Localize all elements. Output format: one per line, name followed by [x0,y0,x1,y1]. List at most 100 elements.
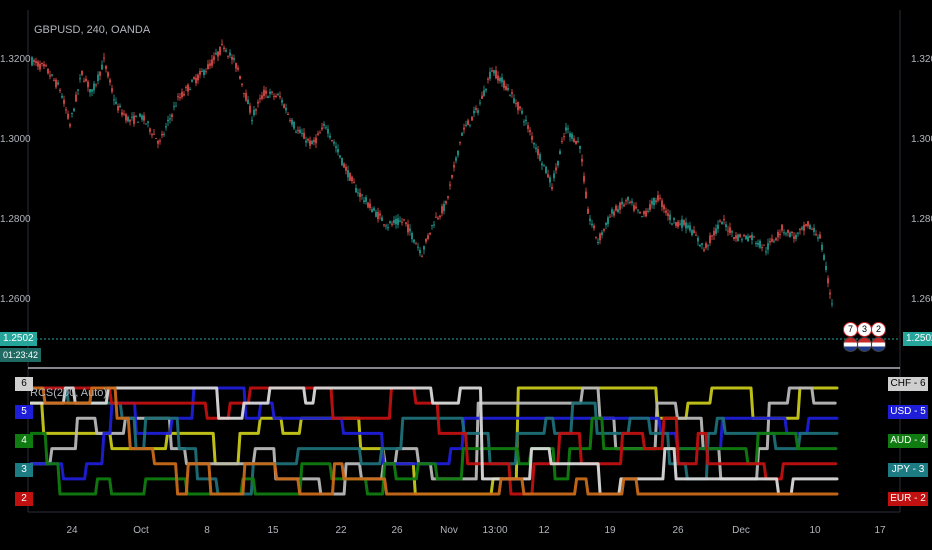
candle-body [531,136,533,140]
candle-body [343,163,345,168]
candle-body [597,242,599,244]
candle-body [573,138,575,143]
candle-body [809,225,811,230]
candle-body [535,147,537,150]
price-tick-left: 1.2800 [0,214,31,225]
candle-body [817,237,819,239]
candle-body [183,93,185,96]
candle-body [421,256,423,258]
flag-icon[interactable] [843,337,858,352]
candle-body [583,175,585,182]
candle-body [695,234,697,236]
candle-body [735,235,737,239]
candle-body [557,160,559,166]
candle-body [239,75,241,80]
candle-body [683,220,685,225]
candle-body [229,52,231,56]
time-tick: 13:00 [482,525,508,536]
candle-body [89,89,91,93]
candle-body [353,182,355,184]
candle-body [607,217,609,225]
candle-body [351,176,353,182]
candle-body [423,246,425,250]
time-tick: 12 [538,525,550,536]
candle-body [87,81,89,88]
candle-body [663,205,665,210]
candle-body [831,303,833,305]
candle-body [603,228,605,231]
candle-body [419,249,421,254]
candle-body [509,95,511,97]
candle-body [709,235,711,244]
candle-body [665,210,667,213]
candle-body [447,196,449,198]
candle-body [289,120,291,122]
candle-body [805,224,807,226]
candle-body [399,220,401,222]
candle-body [815,234,817,236]
candle-body [245,93,247,101]
candle-body [243,92,245,94]
event-badge[interactable]: 2 [871,322,886,337]
candle-body [413,239,415,243]
last-price-tag-left: 1.2502 [0,332,37,346]
time-tick: 26 [672,525,684,536]
candle-body [257,101,259,104]
candle-body [577,140,579,143]
candle-body [619,202,621,210]
candle-body [737,234,739,241]
candle-body [159,140,161,142]
candle-body [39,63,41,70]
candle-body [733,237,735,239]
candle-body [479,102,481,104]
candle-body [613,211,615,216]
candle-body [503,80,505,88]
flag-icon[interactable] [857,337,872,352]
candle-body [377,212,379,220]
candle-body [493,70,495,74]
candle-body [549,177,551,183]
candle-body [525,119,527,122]
candle-body [649,204,651,210]
candle-body [359,192,361,198]
candle-body [703,249,705,251]
candle-body [807,221,809,227]
chart-canvas[interactable] [0,0,932,550]
candle-body [327,128,329,134]
candle-body [633,205,635,211]
candle-body [719,220,721,222]
candle-body [611,209,613,214]
candle-body [439,215,441,218]
candle-body [367,202,369,208]
candle-body [313,140,315,143]
candle-body [823,254,825,260]
candle-body [131,116,133,118]
flag-icon[interactable] [871,337,886,352]
candle-body [671,223,673,225]
candle-body [427,235,429,239]
candle-body [411,232,413,240]
candle-body [457,150,459,156]
candle-body [381,217,383,221]
candle-body [173,106,175,108]
candle-body [305,140,307,143]
candle-body [137,121,139,123]
candle-body [141,115,143,120]
trading-chart[interactable]: GBPUSD, 240, OANDA RCS(200, Auto) 1.3200… [0,0,932,550]
price-tick-right: 1.3200 [911,54,932,65]
candle-body [121,112,123,115]
candle-body [559,151,561,155]
candle-body [757,242,759,245]
event-badge[interactable]: 3 [857,322,872,337]
candle-body [429,232,431,235]
candle-body [293,122,295,129]
currency-rank-label: CHF - 6 [888,377,928,391]
candle-body [55,79,57,88]
rank-tick-5: 5 [15,405,33,419]
candle-body [107,72,109,77]
candle-body [609,216,611,218]
candle-body [589,218,591,221]
event-badge[interactable]: 7 [843,322,858,337]
candle-body [253,109,255,116]
candle-body [45,65,47,67]
